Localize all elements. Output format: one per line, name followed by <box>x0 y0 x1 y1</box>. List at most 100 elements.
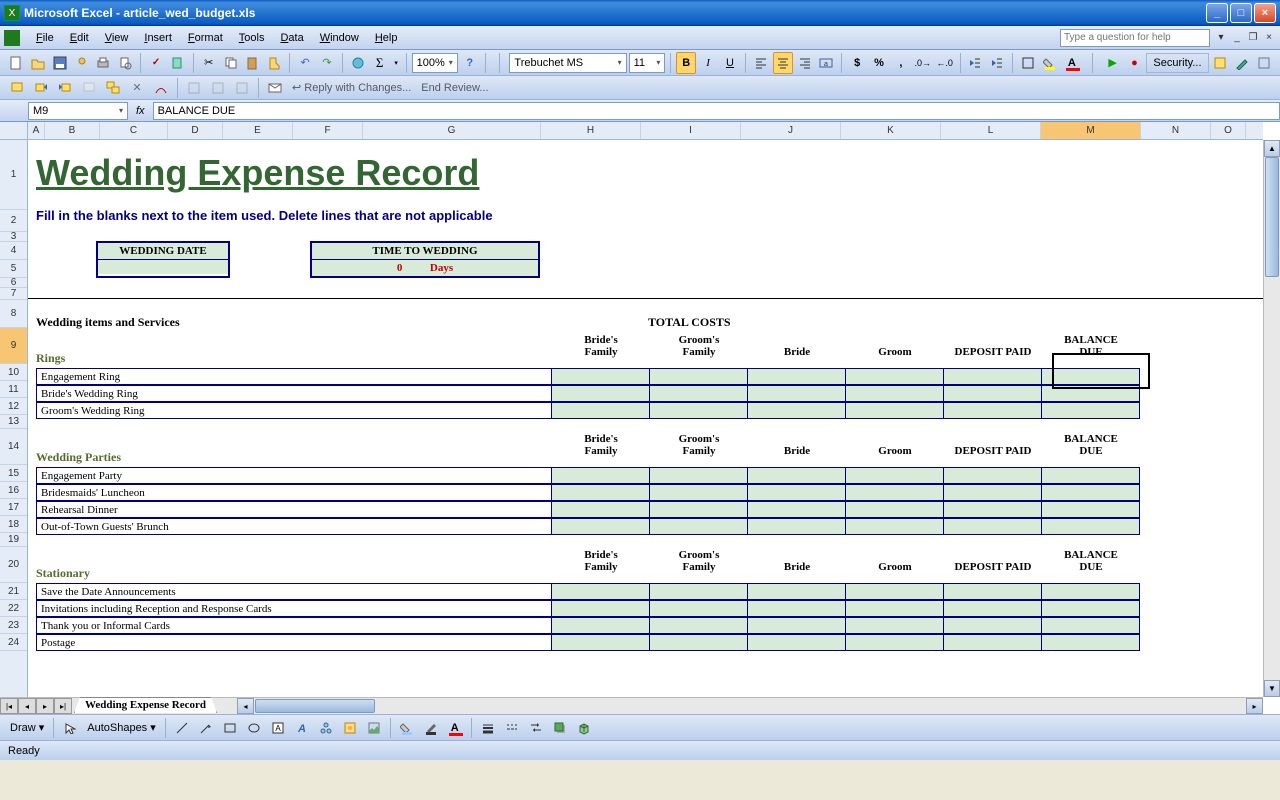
value-cell[interactable] <box>944 501 1042 518</box>
line-color-button[interactable] <box>420 717 442 739</box>
menu-view[interactable]: View <box>97 29 137 47</box>
value-cell[interactable] <box>552 467 650 484</box>
help-dropdown-icon[interactable]: ▾ <box>1214 31 1228 45</box>
tab-last-button[interactable]: ▸| <box>54 698 72 714</box>
value-cell[interactable] <box>552 484 650 501</box>
arrow-button[interactable] <box>195 717 217 739</box>
row-header-19[interactable]: 19 <box>0 533 27 547</box>
value-cell[interactable] <box>944 518 1042 535</box>
scroll-down-button[interactable]: ▼ <box>1264 680 1280 697</box>
value-cell[interactable] <box>1042 484 1140 501</box>
table-row[interactable]: Invitations including Reception and Resp… <box>36 600 1263 617</box>
rectangle-button[interactable] <box>219 717 241 739</box>
value-cell[interactable] <box>944 402 1042 419</box>
value-cell[interactable] <box>650 617 748 634</box>
value-cell[interactable] <box>748 634 846 651</box>
security-button[interactable]: Security... <box>1146 53 1208 73</box>
item-cell[interactable]: Bridesmaids' Luncheon <box>36 484 552 501</box>
col-header-L[interactable]: L <box>941 122 1041 139</box>
line-style-button[interactable] <box>477 717 499 739</box>
value-cell[interactable] <box>650 484 748 501</box>
play-macro-button[interactable]: ▶ <box>1103 52 1123 74</box>
decrease-indent-button[interactable] <box>966 52 986 74</box>
value-cell[interactable] <box>748 467 846 484</box>
next-comment-button[interactable] <box>54 77 76 99</box>
tab-next-button[interactable]: ▸ <box>36 698 54 714</box>
item-cell[interactable]: Engagement Ring <box>36 368 552 385</box>
scroll-right-button[interactable]: ▸ <box>1246 698 1263 714</box>
show-ink-button[interactable] <box>150 77 172 99</box>
menu-format[interactable]: Format <box>180 29 231 47</box>
value-cell[interactable] <box>944 583 1042 600</box>
row-header-21[interactable]: 21 <box>0 583 27 600</box>
close-button[interactable]: × <box>1254 3 1276 23</box>
fill-color-button[interactable] <box>1040 52 1060 74</box>
font-color-draw-button[interactable]: A <box>444 717 466 739</box>
diagram-button[interactable] <box>315 717 337 739</box>
row-headers[interactable]: 123456789101112131415161718192021222324 <box>0 122 28 714</box>
merge-center-button[interactable]: a <box>816 52 836 74</box>
accept-change-button[interactable] <box>207 77 229 99</box>
formula-bar[interactable]: BALANCE DUE <box>153 102 1280 120</box>
select-objects-button[interactable] <box>59 717 81 739</box>
font-size-combo[interactable]: 11▾ <box>629 53 666 73</box>
tab-prev-button[interactable]: ◂ <box>18 698 36 714</box>
end-review-button[interactable]: End Review... <box>417 82 492 94</box>
value-cell[interactable] <box>846 501 944 518</box>
value-cell[interactable] <box>748 600 846 617</box>
col-header-N[interactable]: N <box>1141 122 1211 139</box>
value-cell[interactable] <box>552 501 650 518</box>
oval-button[interactable] <box>243 717 265 739</box>
arrow-style-button[interactable] <box>525 717 547 739</box>
dash-style-button[interactable] <box>501 717 523 739</box>
research-button[interactable] <box>168 52 188 74</box>
save-button[interactable] <box>50 52 70 74</box>
value-cell[interactable] <box>552 368 650 385</box>
scroll-up-button[interactable]: ▲ <box>1264 140 1280 157</box>
help-button[interactable]: ? <box>460 52 480 74</box>
spreadsheet-grid[interactable]: ABCDEFGHIJKLMNO 123456789101112131415161… <box>0 122 1280 714</box>
open-button[interactable] <box>28 52 48 74</box>
value-cell[interactable] <box>944 617 1042 634</box>
track-changes-button[interactable] <box>183 77 205 99</box>
col-header-D[interactable]: D <box>168 122 223 139</box>
new-button[interactable] <box>6 52 26 74</box>
row-header-6[interactable]: 6 <box>0 278 27 288</box>
value-cell[interactable] <box>944 368 1042 385</box>
menu-file[interactable]: File <box>28 29 62 47</box>
minimize-button[interactable]: _ <box>1206 3 1228 23</box>
row-header-20[interactable]: 20 <box>0 547 27 583</box>
reject-change-button[interactable] <box>231 77 253 99</box>
value-cell[interactable] <box>846 402 944 419</box>
permission-button[interactable] <box>72 52 92 74</box>
value-cell[interactable] <box>650 600 748 617</box>
row-header-5[interactable]: 5 <box>0 260 27 278</box>
align-right-button[interactable] <box>795 52 815 74</box>
vba-button[interactable] <box>1211 52 1231 74</box>
row-header-16[interactable]: 16 <box>0 482 27 499</box>
col-header-C[interactable]: C <box>100 122 168 139</box>
value-cell[interactable] <box>846 634 944 651</box>
table-row[interactable]: Out-of-Town Guests' Brunch <box>36 518 1263 535</box>
row-header-10[interactable]: 10 <box>0 364 27 381</box>
row-header-12[interactable]: 12 <box>0 398 27 415</box>
value-cell[interactable] <box>552 600 650 617</box>
underline-button[interactable]: U <box>720 52 740 74</box>
3d-button[interactable] <box>573 717 595 739</box>
item-cell[interactable]: Engagement Party <box>36 467 552 484</box>
item-cell[interactable]: Bride's Wedding Ring <box>36 385 552 402</box>
value-cell[interactable] <box>1042 617 1140 634</box>
doc-minimize-button[interactable]: _ <box>1230 31 1244 45</box>
redo-button[interactable]: ↷ <box>317 52 337 74</box>
item-cell[interactable]: Thank you or Informal Cards <box>36 617 552 634</box>
row-header-18[interactable]: 18 <box>0 516 27 533</box>
table-row[interactable]: Groom's Wedding Ring <box>36 402 1263 419</box>
design-mode-button[interactable] <box>1232 52 1252 74</box>
value-cell[interactable] <box>552 634 650 651</box>
value-cell[interactable] <box>552 402 650 419</box>
align-center-button[interactable] <box>773 52 793 74</box>
col-header-A[interactable]: A <box>28 122 45 139</box>
value-cell[interactable] <box>650 634 748 651</box>
delete-comment-button[interactable]: ✕ <box>126 77 148 99</box>
value-cell[interactable] <box>1042 518 1140 535</box>
